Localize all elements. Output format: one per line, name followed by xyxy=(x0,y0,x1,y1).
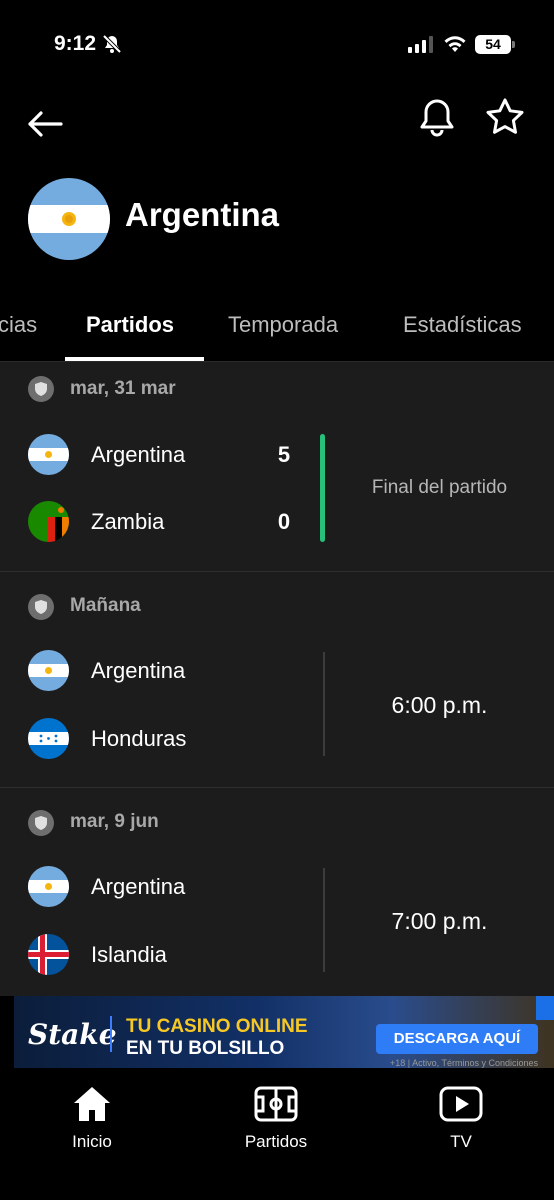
match-time: 7:00 p.m. xyxy=(391,908,488,934)
competition-icon xyxy=(28,810,54,836)
match-date: mar, 9 jun xyxy=(70,811,159,832)
cell-signal-icon xyxy=(408,36,433,53)
argentina-flag-icon xyxy=(28,178,110,260)
back-button[interactable] xyxy=(24,104,66,144)
competition-icon xyxy=(28,594,54,620)
wifi-icon xyxy=(443,34,467,59)
bell-icon xyxy=(420,99,454,137)
match-status: Final del partido xyxy=(371,477,508,498)
home-team-name: Argentina xyxy=(91,658,186,683)
match-card[interactable]: mar, 9 jun Argentina Islandia 7:00 p.m. xyxy=(0,788,554,996)
match-list: mar, 31 mar Argentina 5 Zambia 0 Final d… xyxy=(0,362,554,996)
page-title: Argentina xyxy=(125,196,280,233)
nav-partidos[interactable]: Partidos xyxy=(216,1082,336,1152)
ad-cta-button[interactable]: DESCARGA AQUÍ xyxy=(376,1024,538,1054)
match-date: Mañana xyxy=(70,595,141,616)
tab-bar: cias Partidos Temporada Estadísticas xyxy=(0,300,554,362)
tab-temporada[interactable]: Temporada xyxy=(228,312,338,338)
ad-fine-print: +18 | Activo, Términos y Condiciones xyxy=(390,1058,538,1068)
home-icon xyxy=(32,1082,152,1126)
ad-brand-logo: Stake xyxy=(28,1018,117,1051)
away-team-name: Honduras xyxy=(91,726,187,751)
nav-label: Inicio xyxy=(72,1132,112,1151)
home-team-name: Argentina xyxy=(91,874,186,899)
away-team-name: Islandia xyxy=(91,942,167,967)
ad-headline: TU CASINO ONLINE xyxy=(126,1016,308,1037)
zambia-flag-icon xyxy=(28,501,69,542)
tab-estadisticas[interactable]: Estadísticas xyxy=(403,312,522,338)
ad-choices-icon[interactable] xyxy=(536,996,554,1020)
argentina-flag-icon xyxy=(28,434,69,475)
nav-inicio[interactable]: Inicio xyxy=(32,1082,152,1152)
tab-noticias[interactable]: cias xyxy=(0,312,37,338)
match-date: mar, 31 mar xyxy=(70,378,176,399)
ad-banner[interactable]: Stake TU CASINO ONLINE EN TU BOLSILLO DE… xyxy=(14,996,554,1068)
match-card[interactable]: Mañana Argentina Honduras 6:00 p.m. xyxy=(0,572,554,788)
away-score: 0 xyxy=(277,509,291,534)
bottom-nav: Inicio Partidos TV xyxy=(0,1068,554,1200)
nav-label: TV xyxy=(450,1132,472,1151)
status-bar: 9:12 54 xyxy=(0,0,554,90)
nav-tv[interactable]: TV xyxy=(401,1082,521,1152)
favorite-button[interactable] xyxy=(482,94,528,140)
honduras-flag-icon xyxy=(28,718,69,759)
star-icon xyxy=(486,98,524,134)
iceland-flag-icon xyxy=(28,934,69,975)
argentina-flag-icon xyxy=(28,866,69,907)
active-tab-indicator xyxy=(65,357,204,361)
match-card[interactable]: mar, 31 mar Argentina 5 Zambia 0 Final d… xyxy=(0,362,554,572)
ad-subheadline: EN TU BOLSILLO xyxy=(126,1038,285,1059)
home-team-name: Argentina xyxy=(91,442,186,467)
argentina-flag-icon xyxy=(28,650,69,691)
silent-mode-icon xyxy=(102,34,122,59)
competition-icon xyxy=(28,376,54,402)
status-time: 9:12 xyxy=(54,32,97,55)
pitch-icon xyxy=(216,1082,336,1126)
match-time: 6:00 p.m. xyxy=(391,692,488,718)
notifications-button[interactable] xyxy=(414,94,460,140)
ad-separator xyxy=(110,1016,112,1052)
away-team-name: Zambia xyxy=(91,509,165,534)
battery-tip xyxy=(512,41,515,48)
nav-label: Partidos xyxy=(244,1132,308,1151)
play-icon xyxy=(401,1082,521,1126)
tab-partidos[interactable]: Partidos xyxy=(86,312,174,338)
arrow-left-icon xyxy=(28,111,63,137)
battery-indicator: 54 xyxy=(475,35,511,54)
home-score: 5 xyxy=(277,442,291,467)
